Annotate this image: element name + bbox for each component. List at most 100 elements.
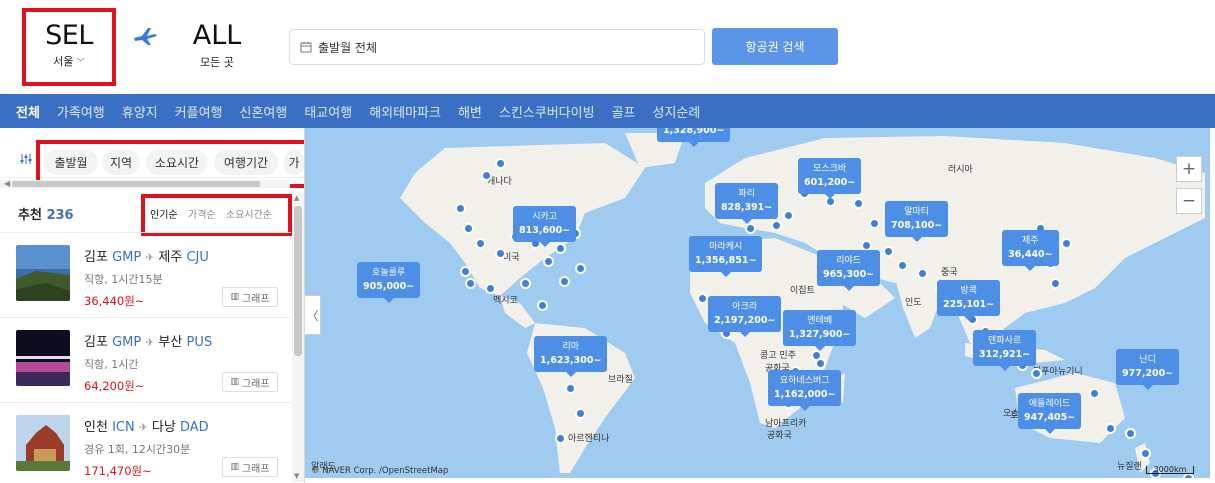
airport-pin-icon[interactable] — [917, 268, 928, 279]
scrollbar-thumb[interactable] — [294, 206, 302, 356]
nav-tab[interactable]: 휴양지 — [122, 102, 158, 121]
to-city: 제주 — [158, 250, 183, 265]
nav-tab[interactable]: 태교여행 — [304, 102, 352, 121]
airport-pin-icon[interactable] — [1050, 278, 1061, 289]
airport-pin-icon[interactable] — [555, 243, 566, 254]
bubble-price: 2,197,200~ — [714, 315, 776, 326]
bubble-city: 방콕 — [960, 286, 977, 296]
destination-price-bubble[interactable]: 덴파사르 312,921~ — [973, 330, 1037, 371]
filter-horizontal-scrollbar[interactable]: ◀ — [0, 180, 290, 188]
destination-price-bubble[interactable]: 엔테베 1,327,900~ — [783, 310, 857, 351]
airport-pin-icon[interactable] — [575, 263, 586, 274]
destination-price-bubble[interactable]: 방콕 225,101~ — [937, 280, 1001, 321]
zoom-out-button[interactable]: − — [1176, 188, 1202, 214]
airport-pin-icon[interactable] — [1105, 423, 1116, 434]
flight-meta: 경유 1회, 12시간30분 — [84, 443, 191, 456]
scroll-down-icon[interactable]: ▼ — [294, 472, 299, 480]
route-line: 인천 ICN ✈ 다낭 DAD — [84, 416, 209, 435]
destination-price-bubble[interactable]: 아크라 2,197,200~ — [708, 296, 782, 337]
airport-pin-icon[interactable] — [1089, 388, 1100, 399]
flight-result-item[interactable]: 김포 GMP ✈ 부산 PUS 직항, 1시간 64,200원~ ▥ 그래프 — [0, 317, 291, 401]
nav-tab[interactable]: 커플여행 — [175, 102, 223, 121]
results-vertical-scrollbar[interactable]: ▲ ▼ — [292, 192, 304, 482]
nav-tab[interactable]: 스킨스쿠버다이빙 — [499, 102, 595, 121]
airport-pin-icon[interactable] — [783, 210, 794, 221]
to-city: 부산 — [158, 335, 183, 350]
destination-price-bubble[interactable]: 리야드 965,300~ — [817, 250, 881, 291]
destination-selector[interactable]: ALL 모든 곳 — [186, 20, 248, 70]
destination-price-bubble[interactable]: 알마티 708,100~ — [885, 201, 949, 242]
airport-pin-icon[interactable] — [495, 248, 506, 259]
origin-selector[interactable]: SEL 서울 ﹀ — [22, 8, 116, 86]
airport-pin-icon[interactable] — [745, 223, 756, 234]
airport-pin-icon[interactable] — [465, 278, 476, 289]
destination-price-bubble[interactable]: 요하네스버그 1,162,000~ — [768, 370, 842, 411]
airport-pin-icon[interactable] — [559, 276, 570, 287]
airport-pin-icon[interactable] — [520, 278, 531, 289]
price-graph-button[interactable]: ▥ 그래프 — [222, 372, 278, 392]
zoom-in-button[interactable]: + — [1176, 156, 1202, 182]
bubble-price: 1,623,300~ — [540, 355, 602, 366]
airport-pin-icon[interactable] — [537, 300, 548, 311]
airport-pin-icon[interactable] — [853, 198, 864, 209]
destination-price-bubble[interactable]: 1,328,900~ — [657, 128, 731, 147]
bubble-price: 708,100~ — [891, 220, 943, 231]
airport-pin-icon[interactable] — [555, 433, 566, 444]
destination-price-bubble[interactable]: 시카고 813,600~ — [513, 206, 577, 247]
departure-month-field[interactable]: 출발월 전체 — [289, 29, 705, 65]
airport-pin-icon[interactable] — [815, 358, 826, 369]
recommend-heading: 추천 236 — [18, 208, 74, 223]
airport-pin-icon[interactable] — [463, 223, 474, 234]
nav-tab[interactable]: 가족여행 — [57, 102, 105, 121]
airport-pin-icon[interactable] — [1061, 238, 1072, 249]
airport-pin-icon[interactable] — [481, 170, 492, 181]
airport-pin-icon[interactable] — [771, 220, 782, 231]
flight-search-button[interactable]: 항공권 검색 — [712, 28, 838, 65]
airport-pin-icon[interactable] — [543, 256, 554, 267]
price-graph-button[interactable]: ▥ 그래프 — [222, 457, 278, 477]
airport-pin-icon[interactable] — [575, 408, 586, 419]
scroll-up-icon[interactable]: ▲ — [294, 194, 299, 202]
airport-pin-icon[interactable] — [1031, 368, 1042, 379]
destination-price-bubble[interactable]: 애들레이드 947,405~ — [1018, 393, 1082, 434]
airport-pin-icon[interactable] — [485, 283, 496, 294]
nav-tab[interactable]: 전체 — [16, 102, 40, 121]
price-graph-button[interactable]: ▥ 그래프 — [222, 287, 278, 307]
airport-pin-icon[interactable] — [897, 260, 908, 271]
nav-tab[interactable]: 골프 — [612, 102, 636, 121]
airport-pin-icon[interactable] — [883, 246, 894, 257]
nav-tab[interactable]: 성지순례 — [652, 102, 700, 121]
nav-tab[interactable]: 해변 — [458, 102, 482, 121]
destination-price-bubble[interactable]: 제주 36,440~ — [1002, 230, 1059, 271]
destination-price-bubble[interactable]: 리마 1,623,300~ — [534, 336, 608, 377]
flight-result-item[interactable]: 김포 GMP ✈ 제주 CJU 직항, 1시간15분 36,440원~ ▥ 그래프 — [0, 232, 291, 316]
airport-pin-icon[interactable] — [460, 266, 471, 277]
destination-price-bubble[interactable]: 마라케시 1,356,851~ — [689, 236, 763, 277]
from-city: 김포 — [84, 335, 108, 350]
airport-pin-icon[interactable] — [495, 158, 506, 169]
collapse-sidebar-button[interactable]: 〈 — [305, 295, 321, 335]
map-region-label: 뉴질랜 — [1117, 462, 1142, 472]
flight-result-item[interactable]: 인천 ICN ✈ 다낭 DAD 경유 1회, 12시간30분 171,470원~ ▥ 그래프 — [0, 402, 291, 483]
nav-tab[interactable]: 신혼여행 — [240, 102, 288, 121]
bubble-city: 알마티 — [904, 207, 930, 217]
airport-pin-icon[interactable] — [455, 203, 466, 214]
destination-price-bubble[interactable]: 파리 828,391~ — [715, 183, 779, 224]
scroll-left-icon[interactable]: ◀ — [4, 180, 10, 188]
destination-price-bubble[interactable]: 모스크바 601,200~ — [798, 158, 862, 199]
bubble-price: 828,391~ — [721, 202, 773, 213]
airport-pin-icon[interactable] — [565, 383, 576, 394]
scrollbar-thumb[interactable] — [12, 181, 260, 187]
bubble-price: 601,200~ — [804, 177, 856, 188]
destination-price-bubble[interactable]: 난디 977,200~ — [1116, 349, 1180, 390]
destination-price-bubble[interactable]: 호놀룰루 905,000~ — [357, 262, 421, 303]
airport-pin-icon[interactable] — [869, 218, 880, 229]
airport-pin-icon[interactable] — [1125, 428, 1136, 439]
airport-pin-icon[interactable] — [1140, 448, 1151, 459]
filter-sliders-icon[interactable] — [20, 153, 32, 165]
airport-pin-icon[interactable] — [697, 293, 708, 304]
world-map[interactable]: 캐나다 미국 멕시코 브라질 아르헨티나 러시아 중국 인도 이집트 콩고 민주 공화국 남아프리카 공… — [305, 128, 1210, 478]
airport-pin-icon[interactable] — [475, 238, 486, 249]
destination-thumbnail — [16, 415, 70, 471]
nav-tab[interactable]: 해외테마파크 — [369, 102, 441, 121]
